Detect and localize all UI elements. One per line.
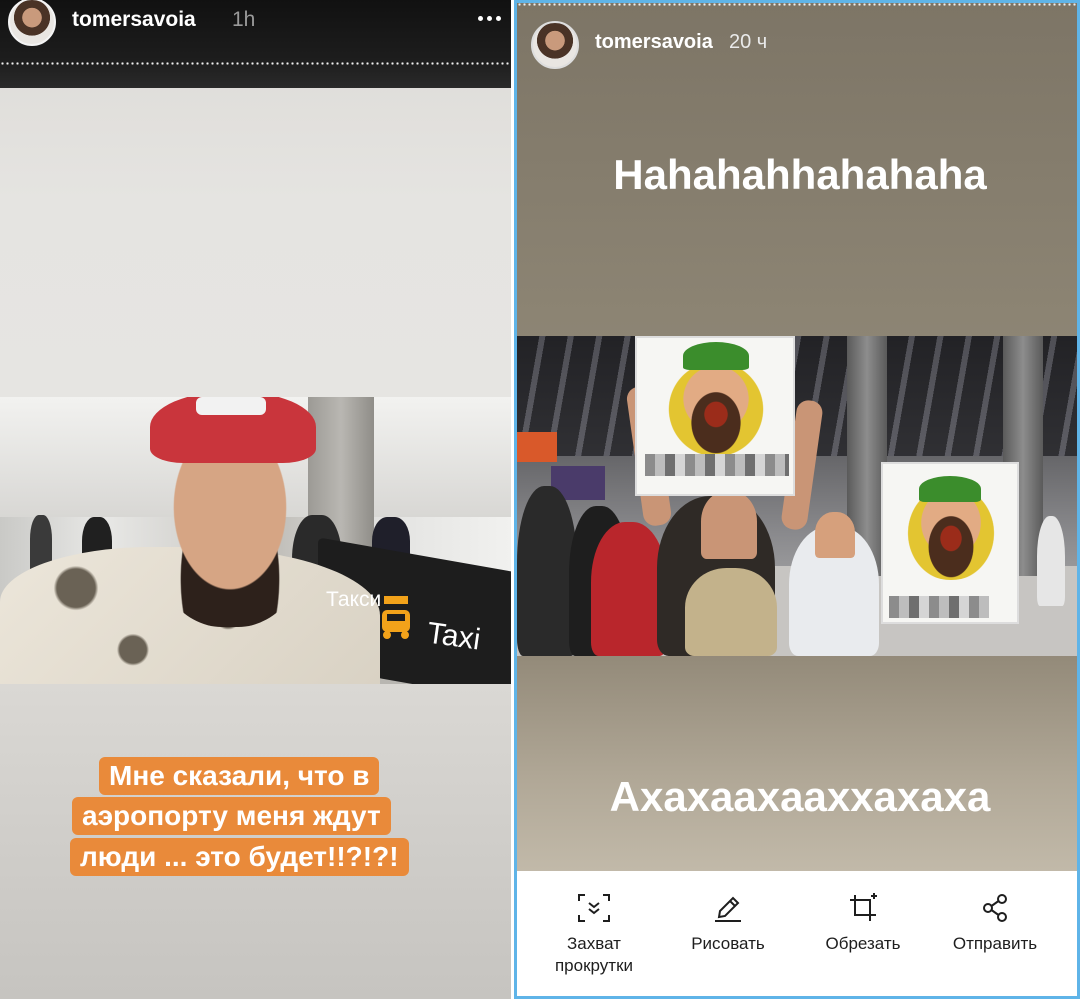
- share-icon: [983, 894, 1007, 922]
- share-button[interactable]: Отправить: [935, 893, 1055, 955]
- scroll-capture-button[interactable]: Захват прокрутки: [534, 893, 654, 977]
- story-time: 1h: [232, 8, 256, 31]
- left-story[interactable]: tomersavoia 1h Такси Taxi Мне сказали, ч…: [0, 0, 511, 999]
- right-story[interactable]: tomersavoia 20 ч Hahahahhahahaha Ахахаах…: [514, 0, 1080, 999]
- screenshot-toolbar: Захват прокрутки Рисовать Обрезать Отпра…: [517, 871, 1077, 996]
- story-background-bottom: [517, 655, 1077, 885]
- scroll-capture-icon: [578, 894, 610, 922]
- scroll-capture-label-1: Захват: [567, 934, 621, 953]
- avatar[interactable]: [531, 21, 579, 69]
- crop-label: Обрезать: [825, 934, 901, 953]
- crop-button[interactable]: Обрезать: [803, 893, 923, 955]
- story-progress-bar: [0, 62, 511, 65]
- fan-sign-1: [635, 336, 795, 496]
- caption-line-1: Мне сказали, что в: [99, 757, 380, 795]
- crop-icon: [850, 893, 877, 921]
- draw-button[interactable]: Рисовать: [668, 893, 788, 955]
- airport-photo: [517, 336, 1077, 656]
- story-time: 20 ч: [729, 31, 768, 53]
- scroll-capture-label-2: прокрутки: [554, 956, 634, 975]
- share-label: Отправить: [952, 934, 1038, 953]
- username[interactable]: tomersavoia: [72, 8, 196, 32]
- story-text-top: Hahahahhahahaha: [613, 151, 987, 198]
- caption-line-3: люди ... это будет!!?!?!: [70, 838, 409, 876]
- draw-label: Рисовать: [691, 934, 765, 953]
- taxi-sign-en: Taxi: [425, 616, 483, 657]
- caption-line-2: аэропорту меня ждут: [72, 797, 391, 835]
- story-progress-bar: [517, 3, 1077, 6]
- pencil-icon: [715, 896, 741, 922]
- taxi-sign-ru: Такси: [326, 588, 382, 611]
- story-text-bottom: Ахахаахааххахаха: [609, 773, 991, 820]
- avatar[interactable]: [8, 0, 56, 46]
- fan-sign-2: [881, 462, 1019, 624]
- more-icon[interactable]: [478, 13, 506, 23]
- username[interactable]: tomersavoia: [595, 31, 713, 54]
- taxi-car-icon: [382, 596, 410, 639]
